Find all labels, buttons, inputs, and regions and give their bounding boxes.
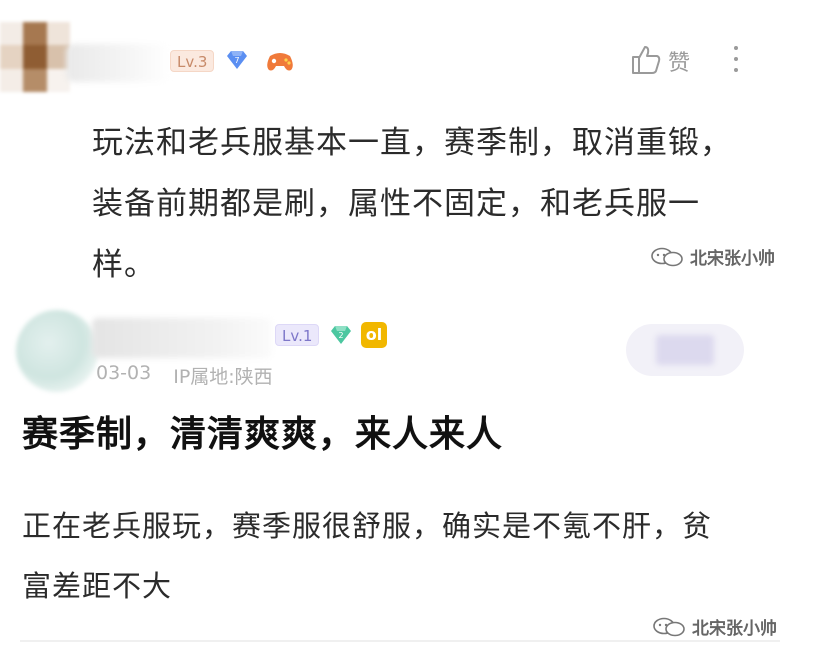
watermark: 北宋张小帅 [650, 244, 775, 269]
watermark: 北宋张小帅 [652, 614, 777, 639]
wechat-icon [653, 617, 685, 636]
leo-icon: ol [361, 322, 387, 348]
diamond-icon: 2 [331, 326, 351, 344]
svg-text:7: 7 [234, 56, 239, 65]
game-controller-icon [267, 53, 293, 71]
watermark-text: 北宋张小帅 [692, 619, 777, 639]
watermark-text: 北宋张小帅 [690, 249, 775, 269]
ip-location: IP属地:陕西 [173, 366, 273, 388]
svg-text:2: 2 [338, 331, 343, 340]
like-button-label[interactable]: 赞 [668, 45, 690, 77]
diamond-icon: 7 [227, 51, 247, 69]
username-blurred[interactable] [66, 44, 170, 82]
follow-button-label-blurred [656, 335, 714, 365]
avatar[interactable] [0, 22, 70, 92]
thumbs-up-icon[interactable] [630, 44, 662, 76]
wechat-icon [651, 247, 683, 266]
level-badge: Lv.3 [170, 50, 215, 72]
more-vertical-icon[interactable] [731, 44, 741, 74]
divider [20, 640, 780, 642]
comment-meta: 03-03 IP属地:陕西 [96, 362, 273, 389]
comment-date: 03-03 [96, 362, 152, 384]
username-blurred[interactable] [92, 318, 272, 358]
follow-button[interactable] [626, 324, 744, 376]
comment-title: 赛季制，清清爽爽，来人来人 [22, 414, 504, 455]
level-badge: Lv.1 [275, 324, 320, 346]
comment-text: 正在老兵服玩，赛季服很舒服，确实是不氪不肝，贫富差距不大 [22, 509, 713, 603]
comment-text: 玩法和老兵服基本一直，赛季制，取消重锻，装备前期都是刷，属性不固定，和老兵服一样… [92, 125, 732, 283]
avatar[interactable] [16, 310, 98, 392]
